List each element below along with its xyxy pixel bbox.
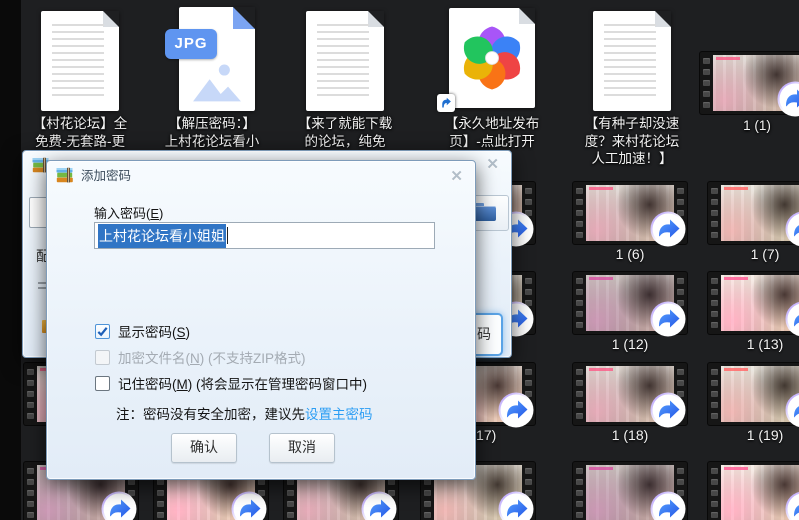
password-field-label: 输入密码(E): [94, 203, 163, 222]
icon-label-line: 【解压密码：】: [146, 115, 278, 133]
item-label: 1 (13): [699, 336, 799, 352]
item-label: 1 (12): [564, 336, 696, 352]
icon-label-line: 上村花论坛看小: [146, 133, 278, 151]
film-sprockets: [573, 463, 586, 520]
player-arrow-icon: [650, 491, 686, 520]
player-arrow-icon: [777, 81, 799, 117]
video-thumbnail[interactable]: [708, 462, 799, 520]
jpg-badge: JPG: [165, 29, 217, 59]
occluded-text-fragment: 配: [36, 246, 46, 266]
password-value-selected: 上村花论坛看小姐姐: [98, 224, 226, 248]
icon-label-line: 的论坛，纯免: [279, 133, 411, 151]
winrar-icon: [56, 167, 74, 183]
player-arrow-icon: [361, 491, 397, 520]
show-password-label[interactable]: 显示密码(S): [118, 321, 190, 341]
icon-label-line: 度？来村花论坛: [566, 133, 698, 151]
close-icon[interactable]: ✕: [486, 155, 499, 173]
folder-icon: [474, 206, 496, 221]
item-label: 【来了就能下载的论坛，纯免: [279, 115, 411, 150]
text-lines: [52, 24, 104, 100]
item-label: 【村花论坛】全免费-无套路-更: [14, 115, 146, 150]
remember-password-label[interactable]: 记住密码(M) (将会显示在管理密码窗口中): [118, 373, 367, 393]
add-password-dialog: 添加密码 ✕ 输入密码(E) 上村花论坛看小姐姐 显示密码(S) 加密文件名(N…: [46, 160, 476, 480]
icon-label-line: 1 (1): [691, 117, 799, 135]
player-arrow-icon: [231, 491, 267, 520]
video-thumbnail[interactable]: [573, 182, 687, 244]
password-input[interactable]: 上村花论坛看小姐姐: [94, 222, 435, 249]
encrypt-names-checkbox: [95, 350, 110, 365]
player-arrow-icon: [785, 491, 799, 520]
encrypt-names-label: 加密文件名(N) (不支持ZIP格式): [118, 347, 306, 367]
player-arrow-icon: [650, 211, 686, 247]
video-thumbnail[interactable]: [700, 52, 799, 114]
player-arrow-icon: [785, 211, 799, 247]
icon-label-line: 人工加速！】: [566, 150, 698, 168]
player-arrow-icon: [650, 392, 686, 428]
document-icon[interactable]: [306, 11, 384, 111]
film-sprockets: [700, 53, 713, 113]
film-sprockets: [573, 183, 586, 243]
ok-button[interactable]: 确认: [171, 433, 237, 463]
player-arrow-icon: [650, 301, 686, 337]
film-sprockets: [573, 364, 586, 424]
document-icon[interactable]: [41, 11, 119, 111]
player-arrow-icon: [785, 301, 799, 337]
player-arrow-icon: [785, 392, 799, 428]
item-label: 1 (18): [564, 427, 696, 443]
video-thumbnail[interactable]: [573, 363, 687, 425]
cancel-button[interactable]: 取消: [269, 433, 335, 463]
player-arrow-icon: [498, 392, 534, 428]
film-sprockets: [573, 273, 586, 333]
text-lines: [604, 24, 656, 100]
text-caret: [227, 227, 228, 244]
video-thumbnail[interactable]: [708, 363, 799, 425]
desktop-dark-edge: [0, 0, 21, 520]
text-lines: [317, 24, 369, 100]
occluded-button-text-fragment: 码: [477, 324, 491, 344]
player-arrow-icon: [498, 491, 534, 520]
video-thumbnail[interactable]: [573, 462, 687, 520]
checkmark-icon: [96, 325, 109, 338]
video-thumbnail[interactable]: [708, 182, 799, 244]
icon-label-line: 免费-无套路-更: [14, 133, 146, 151]
document-icon[interactable]: [593, 11, 671, 111]
show-password-checkbox[interactable]: [95, 324, 110, 339]
video-thumbnail[interactable]: [573, 272, 687, 334]
occluded-text-fragment: [38, 282, 46, 292]
desktop: 【村花论坛】全免费-无套路-更 JPG 【解压密码：】上村花论坛看小【来了就能下载的…: [0, 0, 799, 520]
film-sprockets: [708, 364, 721, 424]
item-label: 【解压密码：】上村花论坛看小: [146, 115, 278, 150]
set-master-password-link[interactable]: 设置主密码: [305, 407, 373, 422]
item-label: 【有种子却没速度？来村花论坛人工加速！】: [566, 115, 698, 168]
dialog-titlebar[interactable]: 添加密码: [47, 161, 475, 188]
player-arrow-icon: [101, 491, 137, 520]
video-thumbnail[interactable]: [708, 272, 799, 334]
item-label: 1 (1): [691, 117, 799, 135]
icon-label-line: 【村花论坛】全: [14, 115, 146, 133]
film-sprockets: [708, 273, 721, 333]
film-sprockets: [708, 463, 721, 520]
film-sprockets: [708, 183, 721, 243]
image-placeholder-icon: [187, 59, 247, 105]
item-label: 1 (6): [564, 246, 696, 262]
icon-label-line: 【来了就能下载: [279, 115, 411, 133]
icon-label-line: 页】-点此打开: [426, 133, 558, 151]
item-label: 1 (7): [699, 246, 799, 262]
jpg-file-icon[interactable]: JPG: [179, 7, 255, 111]
item-label: 1 (19): [699, 427, 799, 443]
icon-label-line: 【有种子却没速: [566, 115, 698, 133]
film-sprockets: [24, 463, 37, 520]
password-note-text: 注：密码没有安全加密，建议先: [116, 407, 305, 422]
shortcut-arrow-icon: [437, 94, 455, 112]
icon-label-line: 【永久地址发布: [426, 115, 558, 133]
item-label: 【永久地址发布页】-点此打开: [426, 115, 558, 150]
pinwheel-browser-logo: [455, 21, 529, 95]
browser-shortcut-icon[interactable]: [449, 8, 535, 108]
dialog-title: 添加密码: [81, 165, 131, 184]
close-icon[interactable]: ✕: [450, 167, 463, 185]
remember-password-checkbox[interactable]: [95, 376, 110, 391]
film-sprockets: [24, 364, 37, 424]
